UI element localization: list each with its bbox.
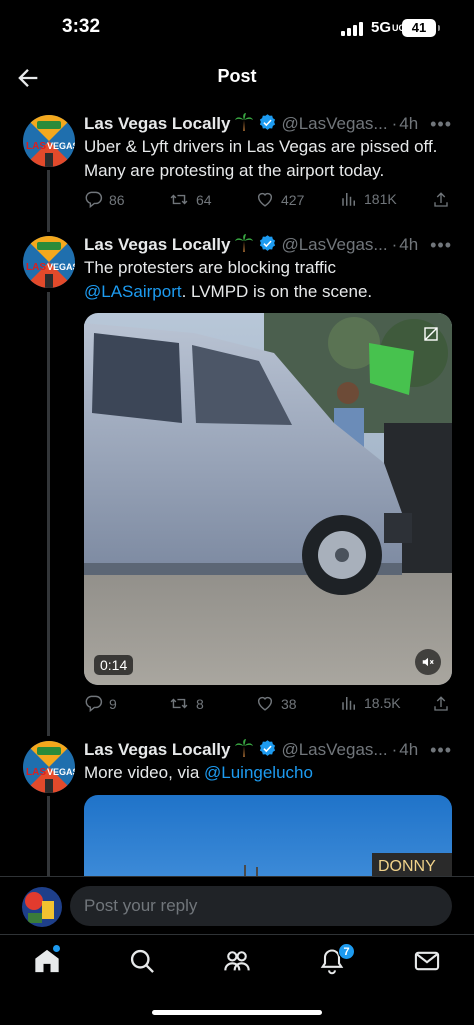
repost-icon — [170, 698, 188, 709]
palm-tree-icon — [234, 233, 254, 258]
post[interactable]: LAS VEGAS Las Vegas Locally@LasVegas...·… — [0, 738, 474, 876]
reply-button[interactable]: 9 — [84, 694, 117, 713]
author-handle[interactable]: @LasVegas... — [281, 114, 387, 133]
signal-icon — [341, 22, 365, 36]
verified-badge-icon — [258, 234, 277, 258]
mute-icon[interactable] — [415, 649, 441, 675]
svg-text:LAS: LAS — [26, 262, 46, 273]
like-button[interactable]: 38 — [255, 694, 297, 713]
views-chart-icon — [342, 193, 355, 206]
verified-badge-icon — [258, 113, 277, 137]
post[interactable]: LAS VEGAS Las Vegas Locally@LasVegas...·… — [0, 112, 474, 212]
video-player[interactable]: DONNY — [84, 795, 452, 876]
post-header: Las Vegas Locally @LasVegas... · 4h — [84, 233, 418, 258]
post-header: Las Vegas Locally @LasVegas... · 4h — [84, 112, 418, 137]
status-time: 3:32 — [62, 16, 101, 37]
avatar[interactable]: LAS VEGAS — [23, 115, 75, 167]
post-actions: 86 64 427 181K — [84, 190, 454, 212]
heart-icon — [257, 192, 273, 207]
palm-tree-icon — [234, 112, 254, 137]
post-header: Las Vegas Locally @LasVegas... · 4h — [84, 738, 418, 763]
share-button[interactable] — [432, 694, 456, 714]
post-actions: 9 8 38 18.5K — [84, 694, 454, 716]
home-indicator — [152, 1010, 322, 1015]
notifications-bell-icon[interactable]: 7 — [318, 943, 355, 977]
my-avatar[interactable] — [22, 887, 62, 927]
video-duration: 0:14 — [94, 655, 134, 675]
new-posts-dot — [53, 945, 60, 952]
post-time: 4h — [399, 740, 419, 759]
more-options-icon[interactable]: ••• — [430, 114, 452, 135]
avatar[interactable]: LAS VEGAS — [23, 741, 75, 793]
post-text: The protesters are blocking traffic @LAS… — [84, 258, 373, 301]
svg-text:VEGAS: VEGAS — [47, 767, 75, 777]
svg-text:VEGAS: VEGAS — [47, 141, 75, 151]
mention-link[interactable]: @LASairport — [84, 282, 182, 301]
video-player[interactable]: 0:14 — [84, 313, 452, 685]
views-button[interactable]: 181K — [340, 190, 397, 208]
repost-button[interactable]: 64 — [168, 190, 212, 209]
reply-input[interactable]: Post your reply — [70, 886, 452, 926]
video-frame — [84, 313, 452, 685]
image-gallery-icon[interactable] — [424, 327, 438, 346]
network-label: 5GUC — [371, 19, 406, 36]
repost-icon — [170, 194, 188, 205]
heart-icon — [257, 696, 273, 711]
messages-envelope-icon[interactable] — [413, 947, 443, 977]
svg-text:VEGAS: VEGAS — [47, 262, 75, 272]
communities-icon[interactable] — [223, 947, 253, 977]
more-options-icon[interactable]: ••• — [430, 235, 452, 256]
repost-button[interactable]: 8 — [168, 694, 204, 713]
post-text: Uber & Lyft drivers in Las Vegas are pis… — [84, 137, 438, 180]
mention-link[interactable]: @Luingelucho — [204, 763, 313, 782]
svg-text:LAS: LAS — [26, 141, 46, 152]
post[interactable]: LAS VEGAS Las Vegas Locally@LasVegas...·… — [0, 233, 474, 725]
post-time: 4h — [399, 235, 419, 254]
verified-badge-icon — [258, 739, 277, 763]
avatar[interactable]: LAS VEGAS — [23, 236, 75, 288]
svg-text:LAS: LAS — [26, 767, 46, 778]
more-options-icon[interactable]: ••• — [430, 740, 452, 761]
share-icon — [434, 192, 448, 207]
views-button[interactable]: 18.5K — [340, 694, 401, 712]
search-icon[interactable] — [128, 947, 158, 977]
page-title: Post — [217, 66, 257, 86]
like-button[interactable]: 427 — [255, 190, 304, 209]
reply-composer: Post your reply — [0, 876, 474, 934]
reply-icon — [85, 695, 103, 713]
palm-tree-icon — [234, 738, 254, 763]
header: Post — [0, 56, 474, 100]
views-chart-icon — [342, 697, 355, 710]
share-icon — [434, 696, 448, 711]
svg-text:DONNY: DONNY — [378, 858, 436, 875]
video-frame: DONNY — [84, 795, 452, 876]
home-icon[interactable] — [33, 945, 63, 977]
author-name[interactable]: Las Vegas Locally — [84, 740, 230, 759]
author-handle[interactable]: @LasVegas... — [281, 740, 387, 759]
reply-button[interactable]: 86 — [84, 190, 125, 209]
post-time: 4h — [399, 114, 419, 133]
post-text: More video, via @Luingelucho — [84, 763, 313, 782]
reply-icon — [85, 191, 103, 209]
author-name[interactable]: Las Vegas Locally — [84, 114, 230, 133]
battery-icon: 41 — [402, 19, 440, 37]
share-button[interactable] — [432, 190, 456, 210]
status-bar: 3:32 5GUC 41 — [0, 0, 474, 56]
author-handle[interactable]: @LasVegas... — [281, 235, 387, 254]
author-name[interactable]: Las Vegas Locally — [84, 235, 230, 254]
notifications-count-badge: 7 — [338, 943, 355, 960]
